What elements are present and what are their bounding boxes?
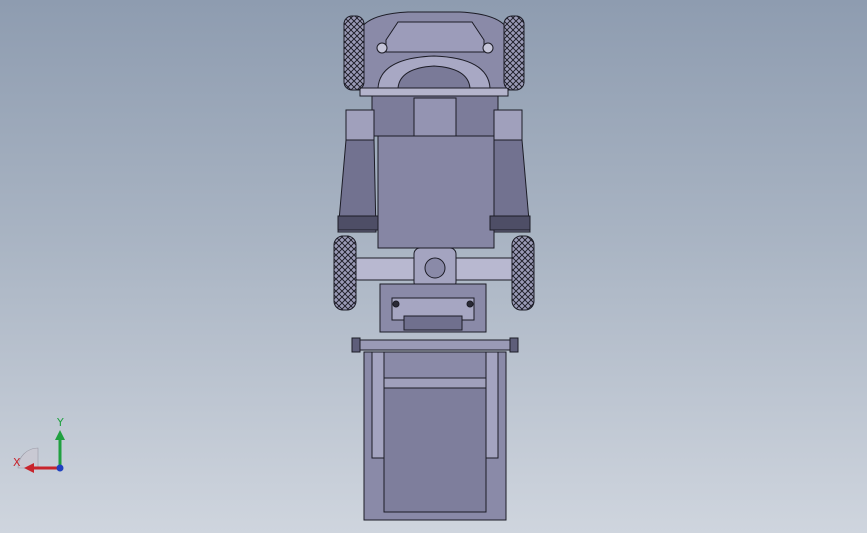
vehicle-body bbox=[333, 11, 535, 521]
bolt-right bbox=[466, 300, 474, 308]
frame-band-left bbox=[337, 215, 379, 231]
tow-bar-end-right bbox=[509, 337, 519, 353]
rear-bracket-slot bbox=[403, 315, 463, 331]
trailer-arm-left bbox=[371, 351, 385, 459]
rear-wheel-left bbox=[333, 235, 357, 311]
tow-bar-end-left bbox=[351, 337, 361, 353]
frame-band-right bbox=[489, 215, 531, 231]
x-axis-label: X bbox=[13, 456, 21, 469]
headlight-left bbox=[376, 42, 388, 54]
rear-wheel-right bbox=[511, 235, 535, 311]
axis-triad: Y X bbox=[13, 416, 65, 473]
center-deck bbox=[377, 135, 495, 249]
engine-block bbox=[413, 97, 457, 137]
trailer-crossbar bbox=[383, 377, 487, 389]
side-rail-left bbox=[345, 109, 375, 141]
3d-viewport[interactable]: Y X bbox=[0, 0, 867, 533]
trailer-bed bbox=[383, 385, 487, 513]
trailer-arm-right bbox=[485, 351, 499, 459]
headlight-right bbox=[482, 42, 494, 54]
z-axis-dot-icon bbox=[56, 464, 64, 472]
triad-quadrant bbox=[17, 447, 39, 469]
cab-top-panel bbox=[385, 21, 485, 53]
y-axis-label: Y bbox=[56, 416, 64, 429]
side-rail-right bbox=[493, 109, 523, 141]
vehicle-model-top-view[interactable] bbox=[0, 0, 867, 533]
front-wheel-left bbox=[343, 15, 365, 91]
front-bumper bbox=[359, 87, 509, 97]
bolt-left bbox=[392, 300, 400, 308]
y-axis-arrow-icon bbox=[55, 430, 65, 468]
differential-cap bbox=[424, 257, 446, 279]
front-wheel-right bbox=[503, 15, 525, 91]
tow-bar bbox=[355, 339, 515, 351]
